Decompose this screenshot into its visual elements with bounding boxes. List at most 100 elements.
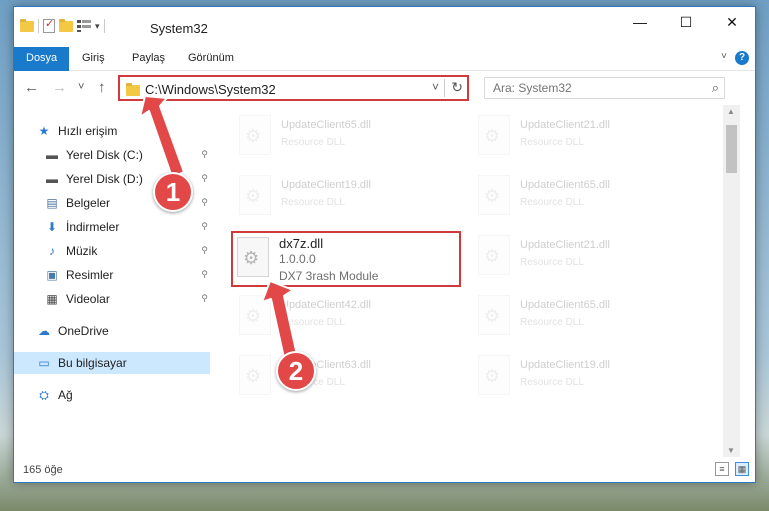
- computer-icon: ▭: [38, 356, 50, 370]
- refresh-icon[interactable]: ↻: [451, 79, 463, 96]
- pin-icon[interactable]: ⚲: [201, 269, 208, 280]
- nav-item-music[interactable]: ♪ Müzik ⚲: [14, 240, 210, 262]
- tab-file[interactable]: Dosya: [14, 47, 70, 71]
- file-name: UpdateClient21.dll: [520, 239, 610, 251]
- file-description: Resource DLL: [281, 197, 345, 208]
- pin-icon[interactable]: ⚲: [201, 221, 208, 232]
- file-tile-dx7z[interactable]: dx7z.dll 1.0.0.0 DX7 3rash Module: [231, 231, 461, 287]
- title-bar: ▾ System32 — ☐ ✕: [14, 7, 755, 47]
- file-tile[interactable]: UpdateClient65.dll Resource DLL: [472, 289, 702, 345]
- music-icon: ♪: [49, 244, 55, 258]
- help-icon[interactable]: ?: [735, 51, 749, 65]
- callout-1: 1: [153, 172, 193, 212]
- close-button[interactable]: ✕: [709, 7, 755, 37]
- file-tile[interactable]: UpdateClient42.dll Resource DLL: [233, 289, 463, 345]
- dll-file-icon: [478, 115, 510, 155]
- pin-icon[interactable]: ⚲: [201, 197, 208, 208]
- minimize-button[interactable]: —: [617, 7, 663, 37]
- details-view-icon[interactable]: ≡: [715, 462, 729, 476]
- forward-button[interactable]: →: [52, 79, 67, 96]
- tab-home[interactable]: Giriş: [82, 47, 105, 71]
- scroll-up-icon[interactable]: ▲: [727, 107, 735, 116]
- file-name: UpdateClient42.dll: [281, 299, 371, 311]
- file-description: DX7 3rash Module: [279, 269, 379, 283]
- dll-file-icon: [478, 355, 510, 395]
- file-description: Resource DLL: [520, 137, 584, 148]
- recent-locations-button[interactable]: ˅: [78, 81, 84, 93]
- search-input[interactable]: [485, 78, 685, 98]
- properties-icon[interactable]: [43, 17, 55, 33]
- address-bar[interactable]: C:\Windows\System32 ˅ ↻: [118, 75, 469, 101]
- file-description: Resource DLL: [281, 137, 345, 148]
- nav-item-label: Videolar: [66, 292, 110, 306]
- file-name: UpdateClient65.dll: [520, 179, 610, 191]
- item-count: 165 öğe: [23, 464, 63, 476]
- nav-item-network[interactable]: ⛭ Ağ: [14, 384, 210, 406]
- separator: [38, 19, 39, 33]
- address-path[interactable]: C:\Windows\System32: [145, 82, 276, 97]
- navigation-pane: ★ Hızlı erişim ▬ Yerel Disk (C:) ⚲ ▬ Yer…: [14, 105, 210, 457]
- dll-file-icon: [239, 115, 271, 155]
- file-description: Resource DLL: [520, 197, 584, 208]
- new-folder-icon[interactable]: [59, 18, 73, 32]
- search-box[interactable]: ⌕: [484, 77, 725, 99]
- pin-icon[interactable]: ⚲: [201, 293, 208, 304]
- separator: [444, 79, 445, 97]
- file-tile[interactable]: UpdateClient21.dll Resource DLL: [472, 229, 702, 285]
- video-icon: ▦: [46, 292, 58, 306]
- dll-file-icon: [478, 295, 510, 335]
- star-icon: ★: [38, 124, 50, 138]
- nav-item-label: Belgeler: [66, 196, 111, 210]
- pin-icon[interactable]: ⚲: [201, 245, 208, 256]
- file-tile[interactable]: UpdateClient65.dll Resource DLL: [233, 109, 463, 165]
- window-controls: — ☐ ✕: [617, 7, 755, 37]
- rename-icon[interactable]: [77, 20, 91, 32]
- folder-icon: [126, 83, 140, 96]
- file-tile[interactable]: UpdateClient63.dll Resource DLL: [233, 349, 463, 405]
- tab-view[interactable]: Görünüm: [188, 47, 234, 71]
- chevron-down-icon[interactable]: ▾: [95, 21, 100, 32]
- navigation-bar: ← → ˅ ↑ C:\Windows\System32 ˅ ↻ ⌕: [14, 71, 755, 105]
- dll-file-icon: [239, 355, 271, 395]
- file-description: Resource DLL: [520, 257, 584, 268]
- file-tile[interactable]: UpdateClient65.dll Resource DLL: [472, 169, 702, 225]
- vertical-scrollbar[interactable]: ▲ ▼: [723, 105, 740, 457]
- nav-item-quick-access[interactable]: ★ Hızlı erişim: [14, 120, 210, 142]
- nav-item-label: OneDrive: [58, 324, 109, 338]
- nav-item-downloads[interactable]: ⬇ İndirmeler ⚲: [14, 216, 210, 238]
- callout-2: 2: [276, 351, 316, 391]
- file-tile[interactable]: UpdateClient19.dll Resource DLL: [233, 169, 463, 225]
- dll-file-icon: [237, 237, 269, 277]
- file-name: UpdateClient19.dll: [520, 359, 610, 371]
- scroll-down-icon[interactable]: ▼: [727, 446, 735, 455]
- collapse-ribbon-icon[interactable]: ˅: [721, 51, 727, 62]
- quick-access-toolbar: ▾: [20, 17, 105, 33]
- pin-icon[interactable]: ⚲: [201, 173, 208, 184]
- file-description: Resource DLL: [520, 317, 584, 328]
- documents-icon: ▤: [46, 196, 58, 210]
- nav-item-local-disk-c[interactable]: ▬ Yerel Disk (C:) ⚲: [14, 144, 210, 166]
- file-version: 1.0.0.0: [279, 252, 316, 266]
- scroll-thumb[interactable]: [726, 125, 737, 173]
- nav-item-label: Müzik: [66, 244, 98, 258]
- dll-file-icon: [478, 175, 510, 215]
- separator: [103, 19, 105, 33]
- file-name: dx7z.dll: [279, 236, 324, 251]
- nav-item-this-pc[interactable]: ▭ Bu bilgisayar: [14, 352, 210, 374]
- nav-item-label: Resimler: [66, 268, 114, 282]
- file-name: UpdateClient19.dll: [281, 179, 371, 191]
- up-button[interactable]: ↑: [98, 79, 106, 96]
- back-button[interactable]: ←: [24, 79, 39, 96]
- file-tile[interactable]: UpdateClient19.dll Resource DLL: [472, 349, 702, 405]
- search-icon: ⌕: [711, 80, 719, 95]
- nav-item-pictures[interactable]: ▣ Resimler ⚲: [14, 264, 210, 286]
- pin-icon[interactable]: ⚲: [201, 149, 208, 160]
- chevron-down-icon[interactable]: ˅: [432, 80, 439, 94]
- nav-item-videos[interactable]: ▦ Videolar ⚲: [14, 288, 210, 310]
- nav-item-onedrive[interactable]: ☁ OneDrive: [14, 320, 210, 342]
- tab-share[interactable]: Paylaş: [132, 47, 165, 71]
- file-name: UpdateClient65.dll: [520, 299, 610, 311]
- tiles-view-icon[interactable]: ▦: [735, 462, 749, 476]
- maximize-button[interactable]: ☐: [663, 7, 709, 37]
- file-tile[interactable]: UpdateClient21.dll Resource DLL: [472, 109, 702, 165]
